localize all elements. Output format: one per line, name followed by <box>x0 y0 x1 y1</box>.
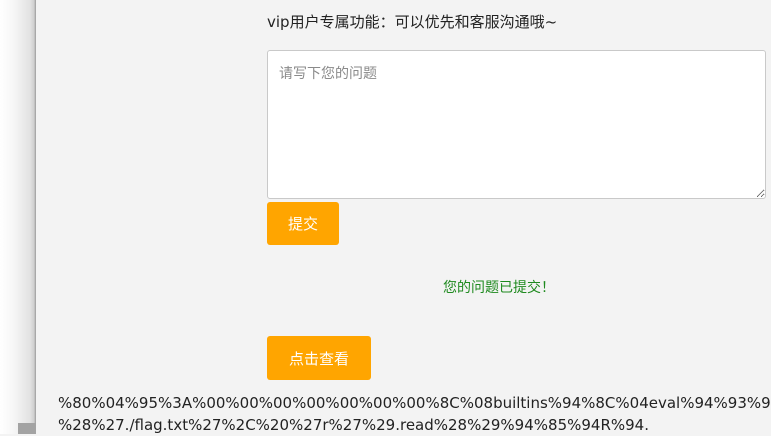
horizontal-scrollbar-thumb[interactable] <box>18 423 36 434</box>
question-input[interactable] <box>267 50 766 199</box>
payload-line: %80%04%95%3A%00%00%00%00%00%00%00%8C%08b… <box>58 394 771 412</box>
payload-output: %80%04%95%3A%00%00%00%00%00%00%00%8C%08b… <box>58 392 771 436</box>
vip-feature-note: vip用户专属功能：可以优先和客服沟通哦~ <box>267 13 558 31</box>
submit-button[interactable]: 提交 <box>267 202 339 245</box>
view-button[interactable]: 点击查看 <box>267 336 371 380</box>
payload-line: %28%27./flag.txt%27%2C%20%27r%27%29.read… <box>58 416 649 434</box>
submission-success-message: 您的问题已提交！ <box>443 280 555 296</box>
left-gutter <box>0 0 36 434</box>
